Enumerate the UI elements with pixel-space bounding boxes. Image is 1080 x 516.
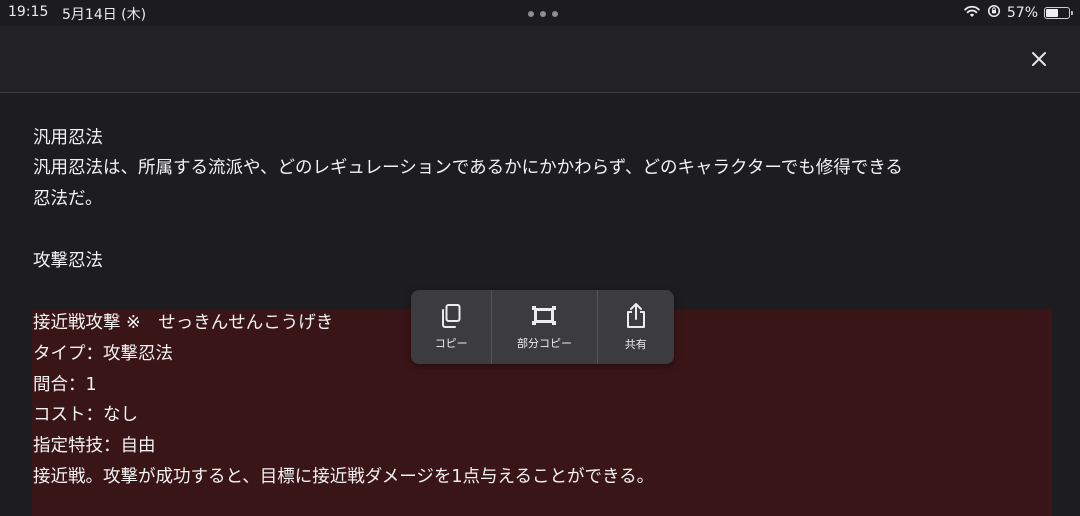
- orientation-lock-icon: [987, 4, 1001, 22]
- close-icon: [1032, 52, 1046, 66]
- status-date: 5月14日 (木): [62, 7, 147, 23]
- status-time: 19:15: [8, 4, 49, 20]
- status-indicators: 57%: [963, 4, 1073, 22]
- paragraph-line: 忍法だ。: [33, 189, 103, 209]
- viewer-header: [0, 26, 1080, 93]
- heading-general-ninpo: 汎用忍法: [33, 128, 103, 148]
- battery-icon: [1044, 7, 1073, 19]
- heading-attack-ninpo: 攻撃忍法: [33, 251, 103, 271]
- battery-fill: [1046, 9, 1058, 17]
- copy-button[interactable]: コピー: [411, 290, 491, 364]
- selected-line: 間合：1: [33, 375, 97, 395]
- selected-line: 接近戦。攻撃が成功すると、目標に接近戦ダメージを1点与えることができる。: [33, 467, 655, 487]
- share-label: 共有: [624, 338, 647, 351]
- selected-line: 指定特技：自由: [33, 436, 156, 456]
- close-button[interactable]: [1026, 46, 1052, 72]
- share-icon: [626, 303, 645, 328]
- selected-line: タイプ：攻撃忍法: [33, 344, 173, 364]
- crop-icon: [532, 306, 557, 325]
- paragraph-line: 汎用忍法は、所属する流派や、どのレギュレーションであるかにかかわらず、どのキャラ…: [33, 158, 903, 178]
- partial-copy-button[interactable]: 部分コピー: [491, 290, 596, 364]
- selected-line: コスト：なし: [33, 405, 138, 425]
- copy-icon: [442, 304, 461, 328]
- wifi-icon: [963, 4, 981, 22]
- battery-percent: 57%: [1006, 5, 1038, 21]
- selected-line: 接近戦攻撃 ※ せっきんせんこうげき: [33, 313, 334, 333]
- share-button[interactable]: 共有: [596, 290, 674, 364]
- partial-copy-label: 部分コピー: [516, 337, 572, 350]
- copy-label: コピー: [434, 337, 468, 350]
- context-menu: コピー 部分コピー 共有: [411, 290, 674, 364]
- status-bar: 19:15 5月14日 (木) 57%: [0, 0, 1080, 26]
- multitasking-dots-icon[interactable]: [528, 11, 558, 17]
